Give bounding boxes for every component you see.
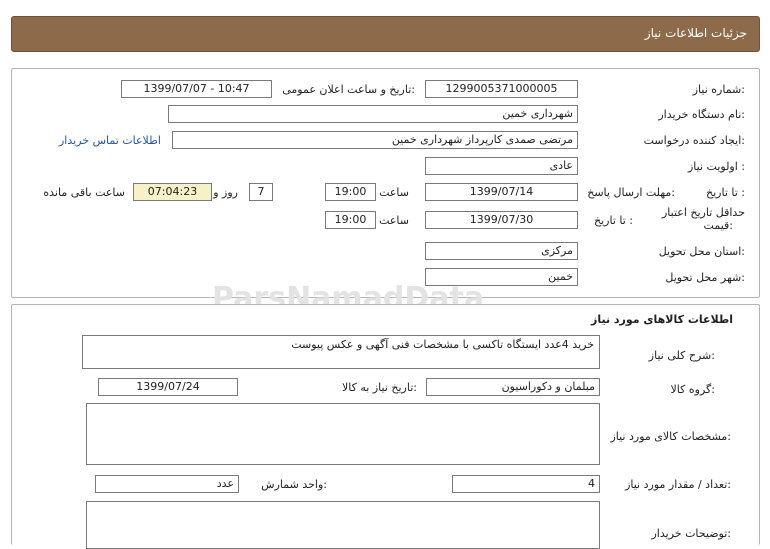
quantity-field[interactable]: 4: [452, 475, 600, 493]
quantity-label: تعداد / مقدار مورد نیاز:: [625, 478, 731, 491]
days-remaining-field[interactable]: 7: [249, 183, 273, 201]
description-field[interactable]: خرید 4عدد ایستگاه تاکسی با مشخصات فنی آگ…: [82, 335, 600, 369]
priority-label: اولویت نیاز :: [687, 160, 745, 173]
price-validity-label-line2: قیمت:: [703, 219, 733, 232]
requester-label: ایجاد کننده درخواست:: [643, 134, 745, 147]
buyer-notes-label: توضیحات خریدار:: [651, 527, 732, 540]
specs-label: مشخصات کالای مورد نیاز:: [610, 430, 731, 443]
remaining-time-label: ساعت باقی مانده: [43, 186, 125, 199]
send-until-date-label: تا تاریخ :: [706, 186, 745, 199]
need-details-panel: ParsNamadData شماره نیاز: 12990053710000…: [11, 68, 760, 316]
send-date-field[interactable]: 1399/07/14: [425, 183, 578, 201]
remaining-time-field[interactable]: 07:04:23: [133, 183, 212, 201]
priority-field[interactable]: عادی: [425, 157, 578, 175]
province-label: استان محل تحویل:: [658, 245, 745, 258]
specs-field[interactable]: [86, 403, 600, 465]
city-label: شهر محل تحویل:: [665, 271, 745, 284]
page-title: جزئیات اطلاعات نیاز: [644, 26, 747, 40]
price-time-label: ساعت: [379, 214, 409, 227]
goods-group-label: گروه کالا:: [670, 383, 715, 396]
city-field[interactable]: خمین: [425, 268, 578, 286]
buyer-org-label: نام دستگاه خریدار:: [658, 108, 745, 121]
days-label: روز و: [213, 186, 238, 199]
send-deadline-label: مهلت ارسال پاسخ:: [587, 186, 675, 199]
need-date-field[interactable]: 1399/07/24: [98, 378, 238, 396]
price-date-field[interactable]: 1399/07/30: [425, 211, 578, 229]
goods-panel: مرکز فراخوان اطلاع رسانی مناقصات و مزاید…: [11, 304, 760, 549]
requester-field[interactable]: مرتضی صمدی کارپرداز شهرداری خمین: [172, 131, 578, 149]
province-field[interactable]: مرکزی: [425, 242, 578, 260]
need-number-label: شماره نیاز:: [692, 83, 745, 96]
unit-label: واحد شمارش:: [261, 478, 327, 491]
goods-group-field[interactable]: مبلمان و دکوراسیون: [426, 378, 600, 396]
description-label: شرح کلی نیاز:: [648, 349, 715, 362]
announce-datetime-field[interactable]: 1399/07/07 - 10:47: [121, 80, 272, 98]
price-time-field[interactable]: 19:00: [325, 211, 376, 229]
page-header: جزئیات اطلاعات نیاز: [11, 16, 760, 52]
announce-datetime-label: تاریخ و ساعت اعلان عمومی:: [282, 83, 415, 96]
buyer-notes-field[interactable]: [86, 501, 600, 549]
price-until-date-label: تا تاریخ :: [594, 214, 633, 227]
goods-section-title: اطلاعات کالاهای مورد نیاز: [591, 313, 733, 326]
buyer-contact-link[interactable]: اطلاعات تماس خریدار: [59, 134, 161, 147]
send-time-label: ساعت: [379, 186, 409, 199]
price-validity-label-line1: حداقل تاریخ اعتبار: [661, 206, 745, 219]
need-number-field[interactable]: 1299005371000005: [425, 80, 578, 98]
need-date-label: تاریخ نیاز به کالا:: [342, 381, 417, 394]
send-time-field[interactable]: 19:00: [325, 183, 376, 201]
buyer-org-field[interactable]: شهرداری خمین: [168, 105, 578, 123]
unit-field[interactable]: عدد: [95, 475, 239, 493]
